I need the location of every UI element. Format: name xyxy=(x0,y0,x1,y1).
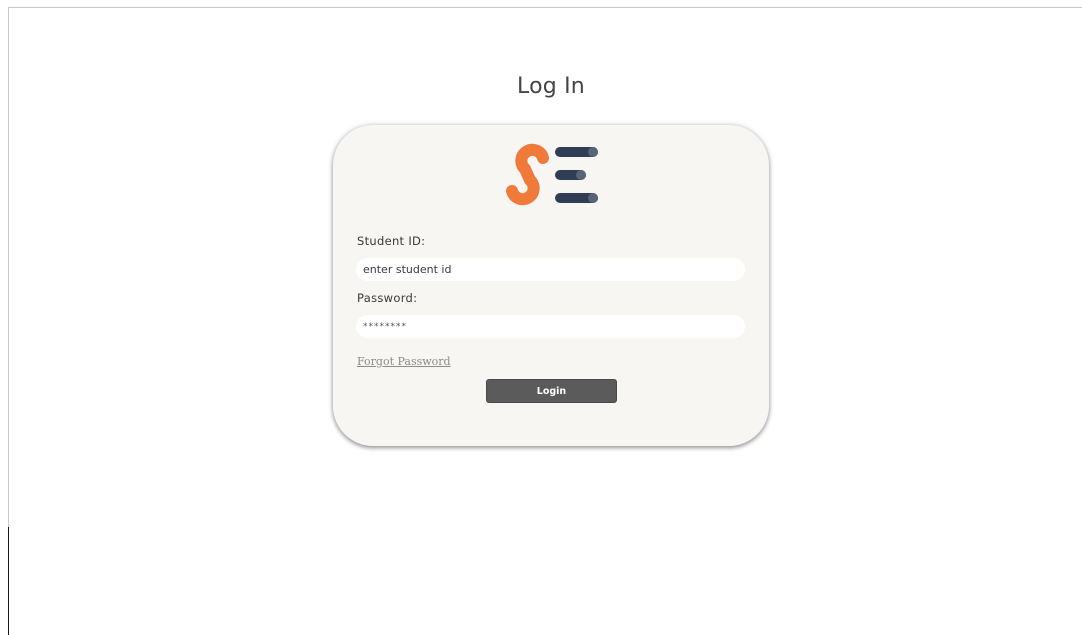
login-card: Student ID: Password: Forgot Password Lo… xyxy=(333,125,769,446)
se-logo-icon xyxy=(506,143,598,206)
logo-bar-bottom-tip xyxy=(588,193,598,203)
password-label: Password: xyxy=(357,291,418,305)
login-button[interactable]: Login xyxy=(486,379,617,403)
logo-bar-top-tip xyxy=(588,147,598,157)
frame-border-top xyxy=(8,7,1082,8)
page-title: Log In xyxy=(517,74,585,99)
logo-s-letter xyxy=(506,143,549,206)
logo-bar-middle-tip xyxy=(576,170,586,180)
password-input[interactable] xyxy=(356,315,745,338)
forgot-password-link[interactable]: Forgot Password xyxy=(357,355,451,368)
student-id-label: Student ID: xyxy=(357,234,426,248)
student-id-input[interactable] xyxy=(356,258,745,281)
frame-border-left-dark xyxy=(8,527,9,635)
browser-viewport: Log In Student ID: Password: Forgot Pass… xyxy=(0,0,1082,635)
